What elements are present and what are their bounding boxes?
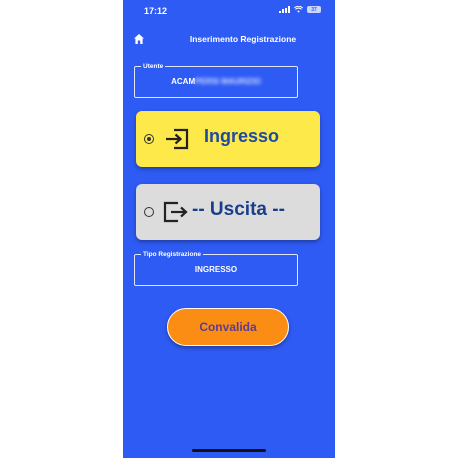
status-time: 17:12 [144, 6, 168, 16]
page-title: Inserimento Registrazione [189, 34, 297, 44]
convalida-button[interactable]: Convalida [167, 308, 289, 346]
battery-level: 37 [311, 6, 317, 13]
battery-icon: 37 [307, 6, 321, 13]
ingresso-label: Ingresso [204, 126, 280, 146]
app-header: Inserimento Registrazione [123, 30, 335, 48]
utente-value: ACAMPERSI MAURIZIO [135, 77, 297, 86]
utente-label: Utente [141, 62, 166, 71]
ingresso-radio[interactable] [144, 134, 154, 144]
tipo-registrazione-value: INGRESSO [194, 265, 238, 274]
app-screen: 17:12 37 Inserimento Registrazione Utent… [123, 0, 335, 458]
logout-icon [163, 201, 188, 223]
utente-value-visible: ACAM [171, 77, 196, 86]
utente-value-redacted: PERSI MAURIZIO [195, 77, 261, 86]
tipo-registrazione-label: Tipo Registrazione [141, 250, 204, 259]
status-bar: 17:12 37 [123, 0, 335, 22]
wifi-icon [294, 6, 303, 13]
signal-icon [279, 6, 290, 13]
uscita-option[interactable]: -- Uscita -- [136, 184, 320, 240]
utente-field: Utente ACAMPERSI MAURIZIO [134, 62, 298, 98]
login-icon [166, 128, 189, 150]
status-icons: 37 [279, 6, 321, 13]
home-indicator [192, 449, 266, 452]
ingresso-option[interactable]: Ingresso [136, 111, 320, 167]
uscita-radio[interactable] [144, 207, 154, 217]
tipo-registrazione-field: Tipo Registrazione INGRESSO [134, 250, 298, 286]
uscita-label: -- Uscita -- [192, 199, 285, 220]
